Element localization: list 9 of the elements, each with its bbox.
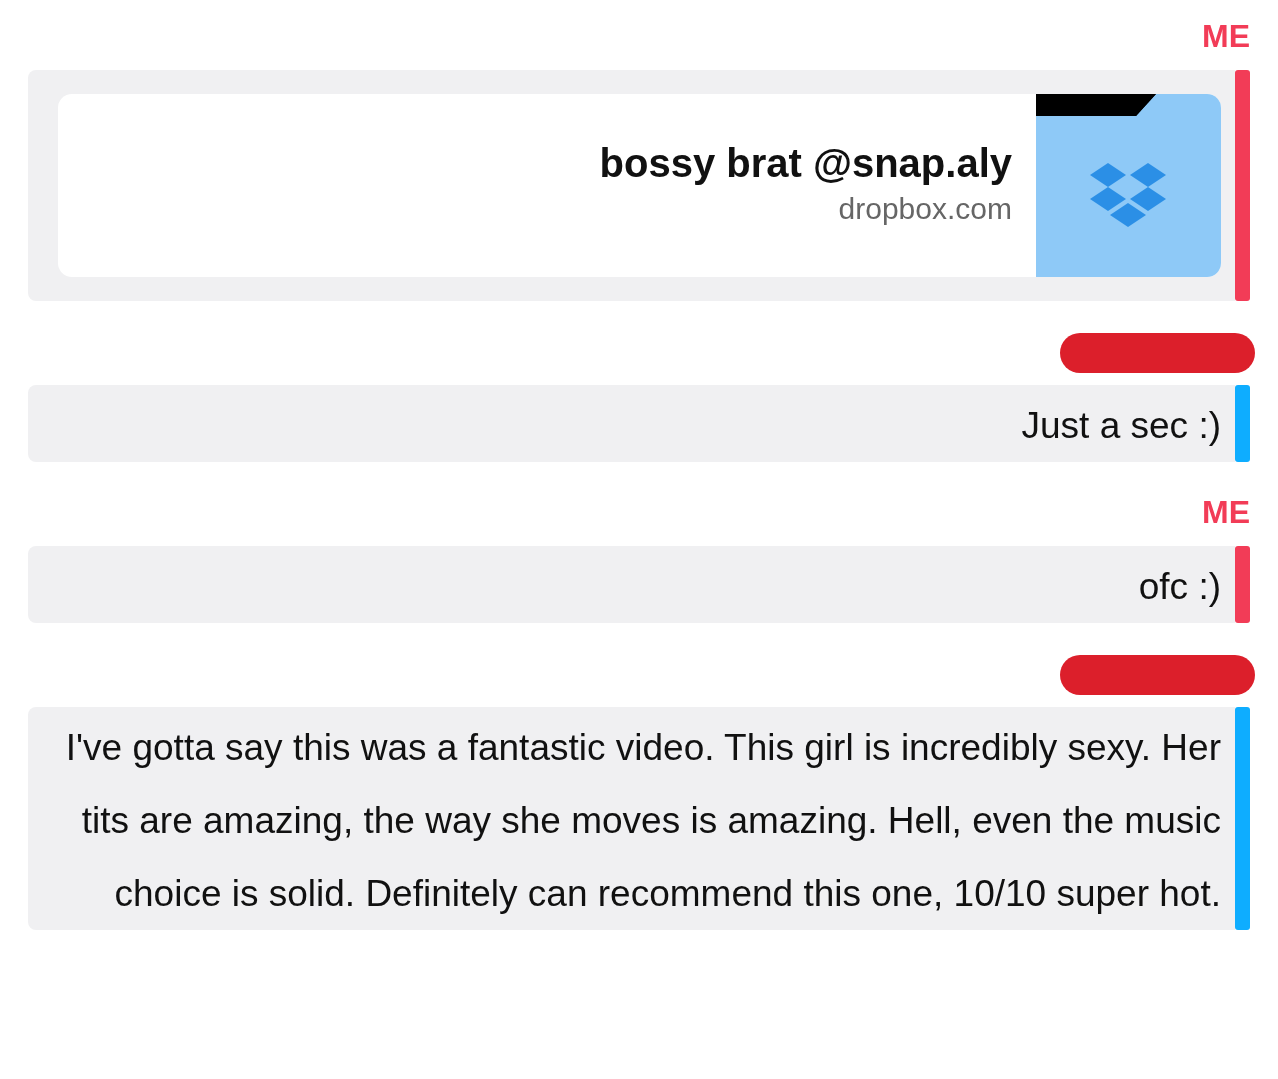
message-text: I've gotta say this was a fantastic video. This girl is incredibly sexy. Her tits are amazing, the way she moves is amazing. Hell, even the music choice is solid. Definitely can recommend this one, 10/10 super hot. [64,726,1222,916]
link-preview-card[interactable]: bossy brat @snap.aly dropbox.com [58,94,1221,277]
message-text: ofc :) [1137,565,1222,609]
link-domain: dropbox.com [838,191,1012,227]
sender-name: ME [1202,18,1250,54]
message-text: Just a sec :) [1020,404,1222,448]
folder-thumbnail-icon [1036,94,1221,277]
sender-name: ME [1202,494,1250,530]
link-title: bossy brat @snap.aly [599,140,1012,186]
